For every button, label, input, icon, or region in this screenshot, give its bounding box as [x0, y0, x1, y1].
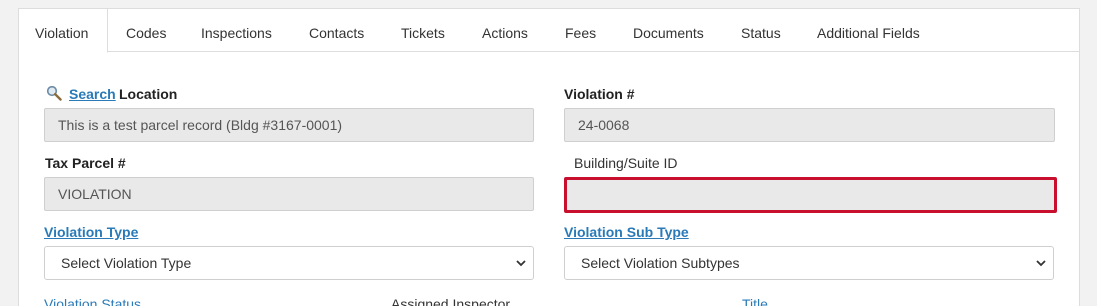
chevron-down-icon — [1036, 260, 1046, 267]
violation-sub-type-label[interactable]: Violation Sub Type — [564, 224, 689, 240]
right-margin — [1080, 0, 1097, 306]
building-suite-label: Building/Suite ID — [574, 155, 678, 171]
violation-sub-type-select[interactable]: Select Violation Subtypes — [564, 246, 1054, 280]
chevron-down-icon — [516, 260, 526, 267]
tab-fees[interactable]: Fees — [565, 9, 633, 52]
tab-codes[interactable]: Codes — [126, 9, 201, 52]
building-suite-field[interactable] — [564, 177, 1057, 213]
tax-parcel-field[interactable]: VIOLATION — [44, 177, 534, 211]
tab-bar: Violation Codes Inspections Contacts Tic… — [19, 9, 1079, 53]
tab-actions[interactable]: Actions — [482, 9, 565, 52]
location-search-link[interactable]: Search — [69, 86, 116, 102]
violation-type-label[interactable]: Violation Type — [44, 224, 138, 240]
violation-type-select[interactable]: Select Violation Type — [44, 246, 534, 280]
tab-additional-fields[interactable]: Additional Fields — [817, 9, 937, 52]
violation-status-label[interactable]: Violation Status — [44, 296, 141, 306]
tab-documents[interactable]: Documents — [633, 9, 741, 52]
tab-status[interactable]: Status — [741, 9, 817, 52]
location-label: Location — [119, 86, 178, 102]
tab-violation[interactable]: Violation — [19, 9, 108, 53]
tax-parcel-label: Tax Parcel # — [45, 155, 126, 171]
violation-sub-type-selected: Select Violation Subtypes — [581, 255, 740, 271]
assigned-inspector-label: Assigned Inspector — [391, 296, 511, 306]
search-icon[interactable] — [46, 85, 62, 101]
location-field[interactable]: This is a test parcel record (Bldg #3167… — [44, 108, 534, 142]
violation-number-label: Violation # — [564, 86, 635, 102]
violation-number-field[interactable]: 24-0068 — [564, 108, 1055, 142]
title-label[interactable]: Title — [742, 296, 768, 306]
violation-type-selected: Select Violation Type — [61, 255, 192, 271]
tab-tickets[interactable]: Tickets — [401, 9, 482, 52]
tab-inspections[interactable]: Inspections — [201, 9, 309, 52]
tab-contacts[interactable]: Contacts — [309, 9, 401, 52]
